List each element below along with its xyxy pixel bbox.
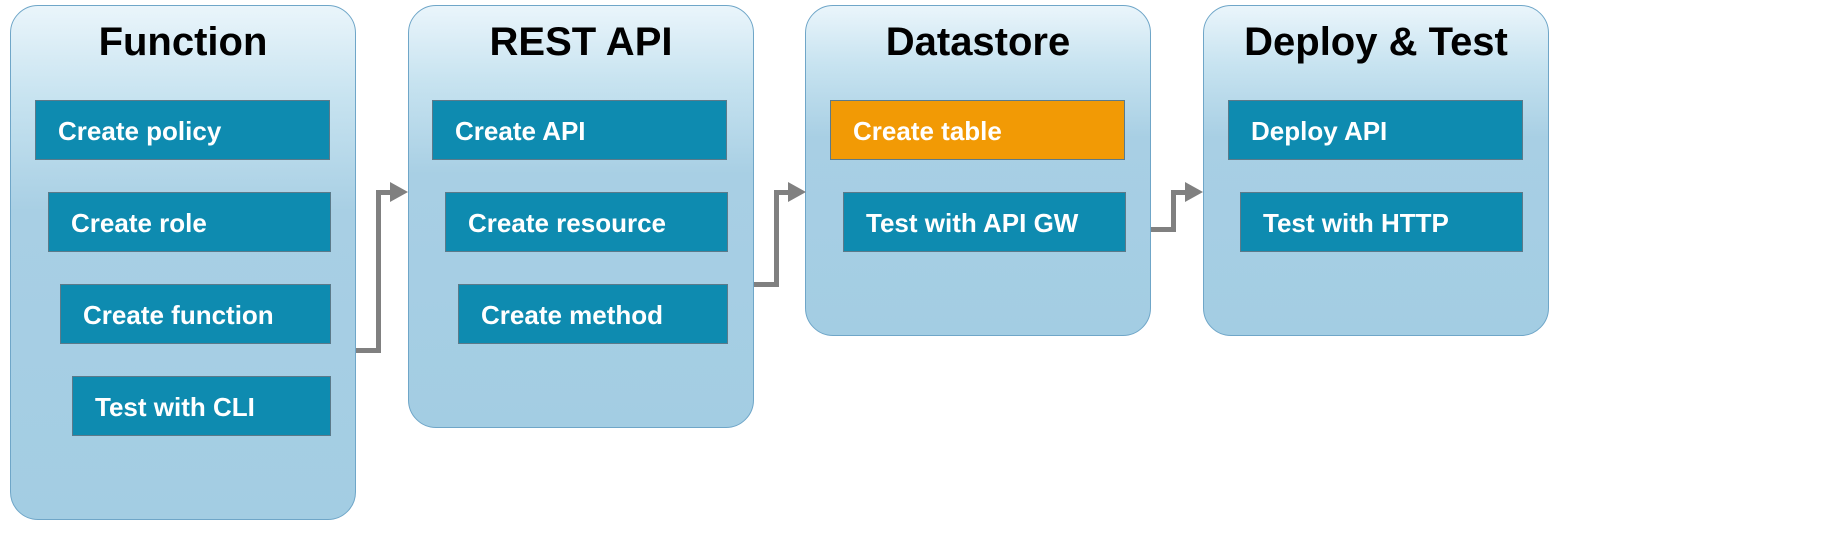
card-title-restapi: REST API bbox=[409, 20, 753, 65]
step-create-policy: Create policy bbox=[35, 100, 330, 160]
step-create-method: Create method bbox=[458, 284, 728, 344]
card-deploy: Deploy & Test bbox=[1203, 5, 1549, 336]
step-test-with-api-gw: Test with API GW bbox=[843, 192, 1126, 252]
step-create-table: Create table bbox=[830, 100, 1125, 160]
step-create-resource: Create resource bbox=[445, 192, 728, 252]
step-test-with-http: Test with HTTP bbox=[1240, 192, 1523, 252]
card-function: Function bbox=[10, 5, 356, 520]
arrow-head-icon bbox=[1185, 182, 1203, 202]
step-create-function: Create function bbox=[60, 284, 331, 344]
step-deploy-api: Deploy API bbox=[1228, 100, 1523, 160]
step-test-with-cli: Test with CLI bbox=[72, 376, 331, 436]
arrow-head-icon bbox=[788, 182, 806, 202]
step-create-role: Create role bbox=[48, 192, 331, 252]
card-title-datastore: Datastore bbox=[806, 20, 1150, 65]
card-title-function: Function bbox=[11, 20, 355, 65]
card-title-deploy: Deploy & Test bbox=[1204, 20, 1548, 65]
step-create-api: Create API bbox=[432, 100, 727, 160]
arrow-head-icon bbox=[390, 182, 408, 202]
card-datastore: Datastore bbox=[805, 5, 1151, 336]
